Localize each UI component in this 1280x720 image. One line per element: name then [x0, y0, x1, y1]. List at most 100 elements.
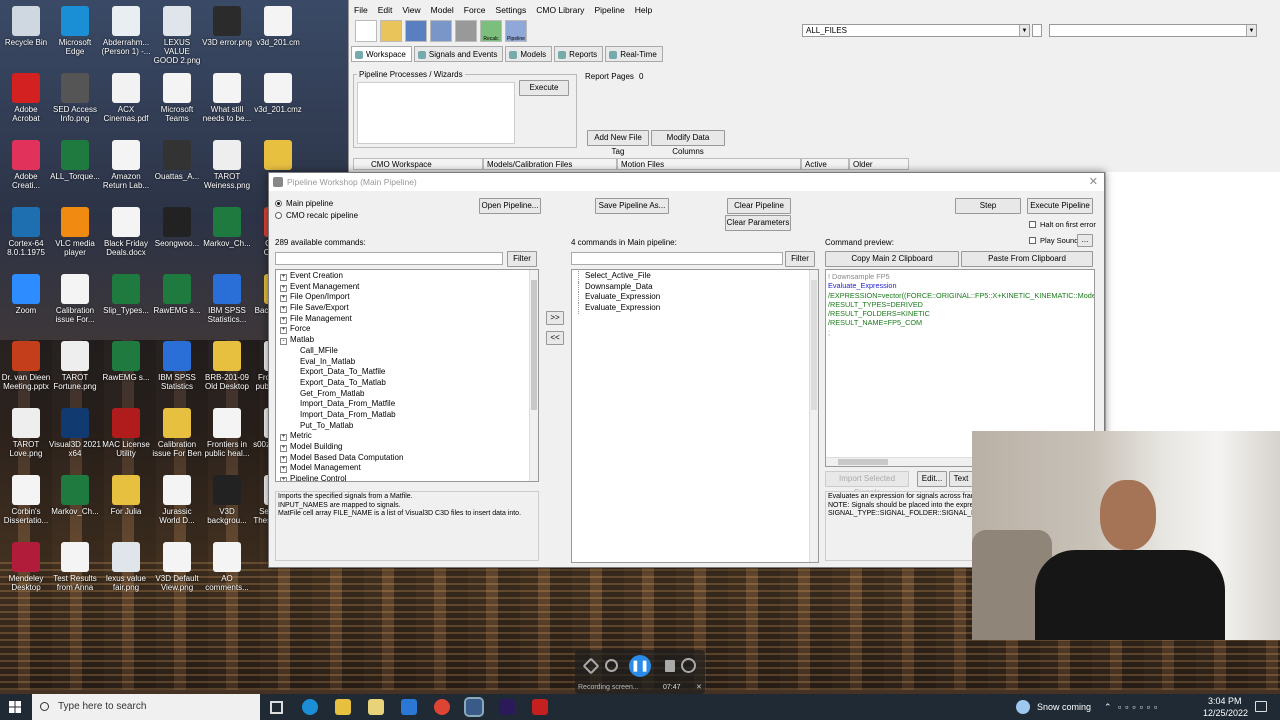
menu-view[interactable]: View: [397, 3, 425, 17]
desktop-icon[interactable]: IBM SPSS Statistics...: [201, 274, 253, 324]
menu-model[interactable]: Model: [426, 3, 459, 17]
cmo-icon[interactable]: [430, 20, 452, 42]
play-sound-checkbox[interactable]: Play Sound: [1029, 236, 1078, 246]
expand-icon[interactable]: +: [280, 445, 287, 452]
taskbar-search-input[interactable]: Type here to search: [32, 694, 260, 720]
available-commands-tree[interactable]: + Event Creation + Event Management + File Op…: [275, 269, 539, 482]
desktop-icon[interactable]: AO comments...: [201, 542, 253, 592]
desktop-icon[interactable]: Slip_Types...: [100, 274, 152, 315]
desktop-icon[interactable]: ALL_Torque...: [49, 140, 101, 181]
tree-item[interactable]: Import_Data_From_Matfile: [280, 399, 538, 410]
menu-help[interactable]: Help: [630, 3, 657, 17]
delete-icon[interactable]: [665, 660, 675, 672]
file-explorer-icon[interactable]: [335, 699, 351, 715]
pipeline-item[interactable]: Evaluate_Expression: [578, 303, 818, 314]
secondary-select[interactable]: ▼: [1049, 24, 1257, 37]
desktop-icon[interactable]: BRB-201-09 Old Desktop: [201, 341, 253, 391]
expand-icon[interactable]: +: [280, 306, 287, 314]
save-pipeline-as-button[interactable]: Save Pipeline As...: [595, 198, 669, 214]
tab-models[interactable]: Models: [505, 46, 553, 62]
premiere-icon[interactable]: [499, 699, 515, 715]
desktop-icon[interactable]: V3D error.png: [201, 6, 253, 47]
pipeline-scrollbar[interactable]: [809, 270, 818, 562]
column-header-motion-files[interactable]: Motion Files: [617, 158, 801, 170]
desktop-icon[interactable]: RawEMG s...: [100, 341, 152, 382]
clock-date[interactable]: 12/25/2022: [1203, 700, 1248, 720]
desktop-icon[interactable]: Cortex-64 8.0.1.1975: [0, 207, 52, 257]
tree-item[interactable]: + Model Building: [280, 442, 538, 453]
desktop-icon[interactable]: Microsoft Edge: [49, 6, 101, 56]
webcam-icon[interactable]: [605, 659, 618, 672]
desktop-icon[interactable]: TAROT Love.png: [0, 408, 52, 458]
pipeline-item[interactable]: Select_Active_File: [578, 271, 818, 282]
column-header-models[interactable]: Models/Calibration Files: [483, 158, 617, 170]
visual3d-icon[interactable]: [464, 697, 484, 717]
menu-edit[interactable]: Edit: [373, 3, 398, 17]
expand-icon[interactable]: +: [280, 274, 287, 281]
copy-main-to-clipboard-button[interactable]: Copy Main 2 Clipboard: [825, 251, 959, 267]
notification-icon[interactable]: [1255, 701, 1267, 712]
tree-item[interactable]: Put_To_Matlab: [280, 421, 538, 432]
expand-icon[interactable]: +: [280, 477, 287, 481]
desktop-icon[interactable]: Visual3D 2021 x64: [49, 408, 101, 458]
desktop-icon[interactable]: Abderrahm... (Person 1) -...: [100, 6, 152, 56]
tab-real-time[interactable]: Real-Time: [605, 46, 663, 62]
mail-icon[interactable]: [401, 699, 417, 715]
radio-cmo-recalc-pipeline[interactable]: CMO recalc pipeline: [275, 211, 358, 221]
task-view-icon[interactable]: [270, 701, 283, 714]
desktop-icon[interactable]: Adobe Creati...: [0, 140, 52, 190]
expand-icon[interactable]: +: [280, 295, 287, 303]
desktop-icon[interactable]: Calibration issue For...: [49, 274, 101, 324]
tree-item[interactable]: + Force: [280, 324, 538, 335]
desktop-icon[interactable]: TAROT Weiness.png: [201, 140, 253, 190]
add-new-file-tag-button[interactable]: Add New File Tag: [587, 130, 649, 156]
desktop-icon[interactable]: lexus value fair.png: [100, 542, 152, 592]
file-filter-select[interactable]: ALL_FILES ▼: [802, 24, 1030, 37]
tree-item[interactable]: + File Open/Import: [280, 292, 538, 303]
open-pipeline-button[interactable]: Open Pipeline...: [479, 198, 541, 214]
add-command-button[interactable]: >>: [546, 311, 564, 325]
tree-item[interactable]: Import_Data_From_Matlab: [280, 410, 538, 421]
desktop-icon[interactable]: Zoom: [0, 274, 52, 315]
pipeline-processes-list[interactable]: [357, 82, 515, 144]
desktop-icon[interactable]: V3D Default View.png: [151, 542, 203, 592]
desktop-icon[interactable]: Seongwoo...: [151, 207, 203, 248]
expand-icon[interactable]: +: [280, 327, 287, 335]
desktop-icon[interactable]: Markov_Ch...: [49, 475, 101, 516]
desktop-icon[interactable]: Jurassic World D...: [151, 475, 203, 525]
tab-workspace[interactable]: Workspace: [351, 46, 412, 62]
print-icon[interactable]: [455, 20, 477, 42]
desktop-icon[interactable]: What still needs to be...: [201, 73, 253, 123]
clear-pipeline-button[interactable]: Clear Pipeline: [727, 198, 791, 214]
tree-item[interactable]: Export_Data_To_Matlab: [280, 378, 538, 389]
desktop-icon[interactable]: For Julia: [100, 475, 152, 516]
tree-item[interactable]: + Metric: [280, 431, 538, 442]
desktop-icon[interactable]: Markov_Ch...: [201, 207, 253, 248]
desktop-icon[interactable]: RawEMG s...: [151, 274, 203, 315]
desktop-icon[interactable]: LEXUS VALUE GOOD 2.png: [151, 6, 203, 65]
edit-button[interactable]: Edit...: [917, 471, 947, 487]
desktop-icon[interactable]: MAC License Utility: [100, 408, 152, 458]
tree-scrollbar[interactable]: [529, 270, 538, 481]
desktop-icon[interactable]: ACX Cinemas.pdf: [100, 73, 152, 123]
save-icon[interactable]: [405, 20, 427, 42]
column-header-active[interactable]: Active: [801, 158, 849, 170]
menu-file[interactable]: File: [349, 3, 373, 17]
menu-cmo-library[interactable]: CMO Library: [531, 3, 589, 17]
pipeline-item[interactable]: Downsample_Data: [578, 281, 818, 293]
pipeline-filter-button[interactable]: Filter: [785, 251, 815, 267]
radio-main-pipeline[interactable]: Main pipeline: [275, 199, 333, 209]
chrome-icon[interactable]: [434, 699, 450, 715]
desktop-icon[interactable]: Frontiers in public heal...: [201, 408, 253, 458]
recalc-icon[interactable]: Recalc: [480, 20, 502, 42]
desktop-icon[interactable]: Black Friday Deals.docx: [100, 207, 152, 257]
new-file-icon[interactable]: [355, 20, 377, 42]
close-icon[interactable]: ✕: [696, 683, 702, 691]
expand-icon[interactable]: +: [280, 466, 287, 474]
chevron-up-icon[interactable]: ⌃: [1104, 694, 1112, 720]
tree-item[interactable]: + Event Creation: [280, 271, 538, 282]
column-header-cmo-workspace[interactable]: CMO Workspace: [353, 158, 483, 170]
open-folder-icon[interactable]: [380, 20, 402, 42]
desktop-icon[interactable]: TAROT Fortune.png: [49, 341, 101, 391]
tree-item[interactable]: + Model Based Data Computation: [280, 453, 538, 464]
